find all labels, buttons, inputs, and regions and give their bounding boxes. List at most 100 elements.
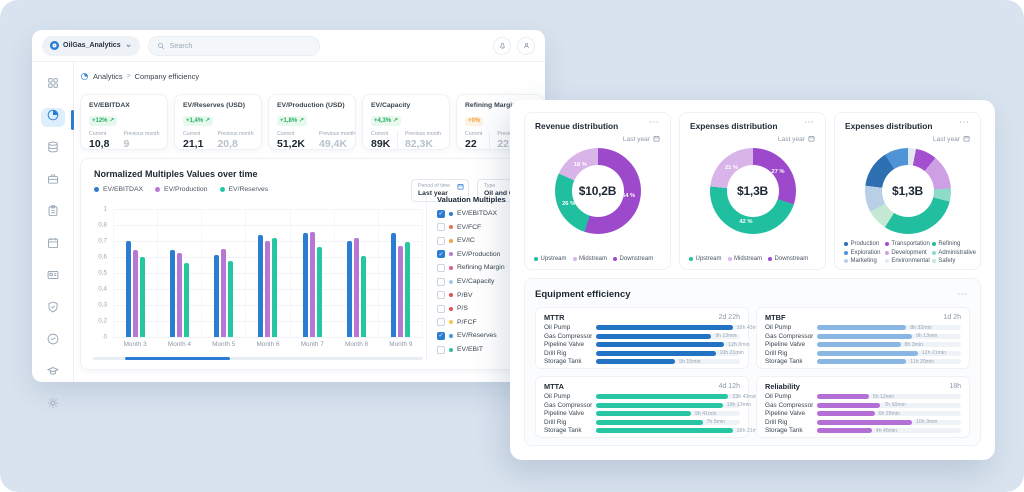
bar-fill[interactable] xyxy=(817,420,912,425)
bar-ev-ebitdax[interactable] xyxy=(258,235,263,337)
current-label: Current xyxy=(277,131,305,137)
breadcrumb-section[interactable]: Analytics xyxy=(93,72,123,81)
sidebar-item-security[interactable] xyxy=(41,300,65,319)
gridline xyxy=(113,337,423,338)
checkbox[interactable] xyxy=(437,346,445,354)
sidebar-item-learning[interactable] xyxy=(41,364,65,383)
bar-fill[interactable] xyxy=(596,325,733,330)
current-label: Current xyxy=(89,131,109,137)
scrollbar-thumb[interactable] xyxy=(125,357,230,360)
period-filter[interactable]: Last year xyxy=(623,135,660,144)
checkbox[interactable] xyxy=(437,278,445,286)
legend-item[interactable]: EV/Reserves xyxy=(220,186,269,193)
bar-ev-reserves[interactable] xyxy=(317,247,322,337)
notifications-button[interactable] xyxy=(493,37,511,55)
bar-ev-ebitdax[interactable] xyxy=(126,241,131,337)
bar-ev-reserves[interactable] xyxy=(184,263,189,337)
checkbox[interactable] xyxy=(437,318,445,326)
search-input[interactable]: Search xyxy=(148,36,320,56)
bar-fill[interactable] xyxy=(596,334,711,339)
bar-ev-production[interactable] xyxy=(133,250,138,337)
bar-ev-reserves[interactable] xyxy=(140,257,145,337)
chart-scrollbar[interactable] xyxy=(93,357,423,360)
bar-ev-production[interactable] xyxy=(221,249,226,337)
bar-ev-production[interactable] xyxy=(265,241,270,337)
bar-ev-production[interactable] xyxy=(177,253,182,337)
more-options-icon[interactable]: ⋯ xyxy=(802,115,817,130)
bar-ev-reserves[interactable] xyxy=(405,242,410,337)
bar-fill[interactable] xyxy=(817,394,869,399)
bar-ev-ebitdax[interactable] xyxy=(347,241,352,337)
period-filter[interactable]: Last year xyxy=(778,135,815,144)
legend-item[interactable]: EV/Production xyxy=(155,186,207,193)
sidebar-item-planning[interactable] xyxy=(41,236,65,255)
equipment-row: Oil Pump18h 43min xyxy=(544,325,740,330)
bar-ev-ebitdax[interactable] xyxy=(170,250,175,337)
sidebar-item-accounts[interactable] xyxy=(41,268,65,287)
bar-ev-reserves[interactable] xyxy=(272,238,277,337)
bar-fill[interactable] xyxy=(596,403,723,408)
bar-ev-reserves[interactable] xyxy=(361,256,366,337)
sidebar-item-reports[interactable] xyxy=(41,204,65,223)
checkbox[interactable]: ✓ xyxy=(437,210,445,218)
bar-fill[interactable] xyxy=(596,420,703,425)
current-value: 10,8 xyxy=(89,138,109,150)
kpi-card-1[interactable]: EV/EBITDAX+12% ↗Current10,8Previous mont… xyxy=(80,94,168,150)
bar-fill[interactable] xyxy=(596,342,724,347)
bar-ev-ebitdax[interactable] xyxy=(214,255,219,337)
checkbox[interactable] xyxy=(437,305,445,313)
bar-ev-reserves[interactable] xyxy=(228,261,233,337)
kpi-card-2[interactable]: EV/Reserves (USD)+1,4% ↗Current21,1Previ… xyxy=(174,94,262,150)
workspace-switcher[interactable]: OilGas_Analytics xyxy=(42,36,140,56)
checkbox[interactable]: ✓ xyxy=(437,250,445,258)
sidebar-item-messages[interactable] xyxy=(41,332,65,351)
bar-ev-ebitdax[interactable] xyxy=(391,233,396,337)
checkbox[interactable] xyxy=(437,223,445,231)
donut-legend-item: Marketing xyxy=(844,258,883,264)
kpi-card-4[interactable]: EV/Capacity+4,3% ↗Current89KPrevious mon… xyxy=(362,94,450,150)
bar-ev-production[interactable] xyxy=(398,246,403,337)
legend-dot xyxy=(573,257,577,261)
checkbox[interactable]: ✓ xyxy=(437,332,445,340)
bar-ev-production[interactable] xyxy=(354,238,359,337)
bar-fill[interactable] xyxy=(817,428,872,433)
metric-color-dot xyxy=(449,293,453,297)
checkbox[interactable] xyxy=(437,291,445,299)
bar-fill[interactable] xyxy=(817,403,880,408)
more-options-icon[interactable]: ⋯ xyxy=(647,115,662,130)
sidebar-item-data[interactable] xyxy=(41,140,65,159)
more-options-icon[interactable]: ⋯ xyxy=(957,115,972,130)
sidebar-item-settings[interactable] xyxy=(41,396,65,415)
period-filter[interactable]: Last year xyxy=(933,135,970,144)
bar-fill[interactable] xyxy=(596,411,691,416)
sidebar-item-dashboard[interactable] xyxy=(41,76,65,95)
bar-fill[interactable] xyxy=(596,359,675,364)
donut-legend: UpstreamMidstreamDownstream xyxy=(689,256,821,262)
kpi-card-3[interactable]: EV/Production (USD)+1,8% ↗Current51,2KPr… xyxy=(268,94,356,150)
bar-ev-ebitdax[interactable] xyxy=(303,233,308,337)
legend-item[interactable]: EV/EBITDAX xyxy=(94,186,143,193)
donut-chart: 27 %42 %21 %$1,3B xyxy=(710,148,796,234)
checkbox[interactable] xyxy=(437,237,445,245)
bar-ev-production[interactable] xyxy=(310,232,315,337)
bar-fill[interactable] xyxy=(817,334,912,339)
profile-button[interactable] xyxy=(517,37,535,55)
sidebar-item-analytics[interactable] xyxy=(41,108,65,127)
bar-fill[interactable] xyxy=(596,351,716,356)
bar-fill[interactable] xyxy=(817,351,918,356)
bar-fill[interactable] xyxy=(817,411,875,416)
bar-track: 5h 12min xyxy=(817,394,961,399)
equipment-label: Pipeline Valve xyxy=(765,410,817,417)
equipment-row: Drill Rig12h 21min xyxy=(765,351,961,356)
bar-fill[interactable] xyxy=(817,359,906,364)
bar-fill[interactable] xyxy=(596,428,733,433)
bar-fill[interactable] xyxy=(817,325,906,330)
bar-group-1 xyxy=(113,209,157,337)
metric-color-dot xyxy=(449,266,453,270)
bar-fill[interactable] xyxy=(817,342,901,347)
more-options-icon[interactable]: ⋯ xyxy=(955,287,970,302)
pie-chart-icon xyxy=(46,108,60,127)
bar-fill[interactable] xyxy=(596,394,728,399)
sidebar-item-portfolio[interactable] xyxy=(41,172,65,191)
checkbox[interactable] xyxy=(437,264,445,272)
